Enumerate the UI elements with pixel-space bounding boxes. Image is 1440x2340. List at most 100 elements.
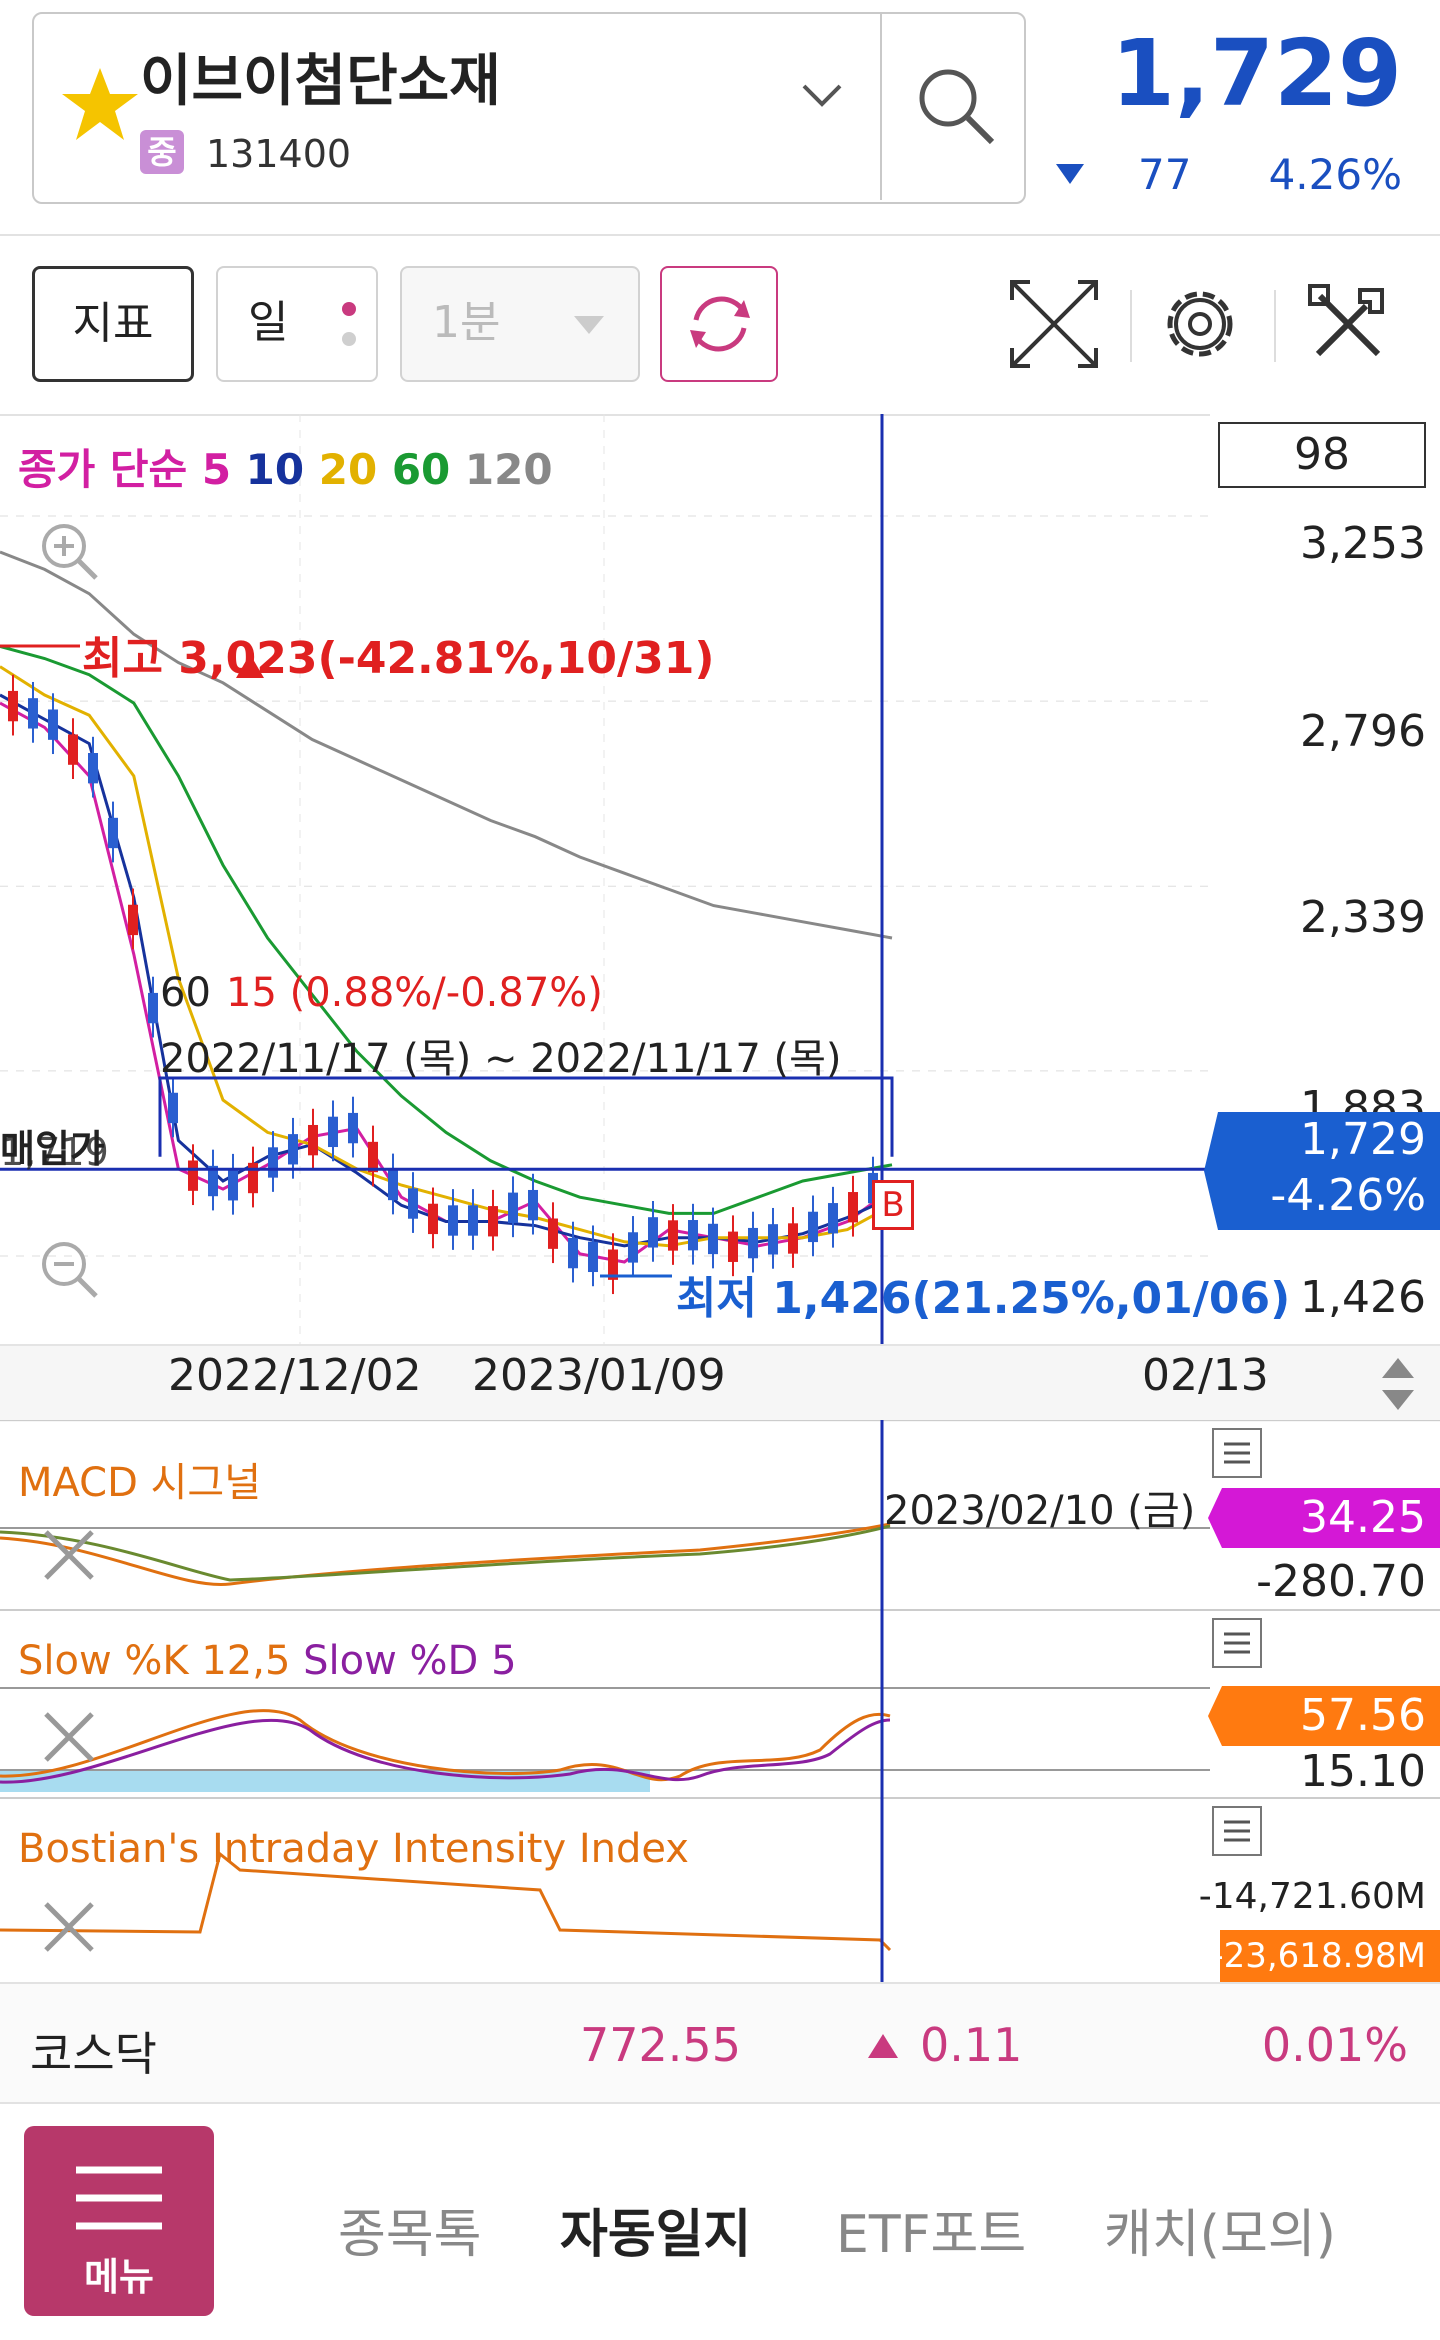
high-annotation: 최고 3,023(-42.81%,10/31) — [82, 633, 715, 684]
menu-icon — [1224, 1442, 1250, 1464]
zoom-in-icon[interactable] — [34, 516, 104, 586]
menu-button[interactable]: 메뉴 — [24, 2126, 214, 2316]
menu-icon — [1224, 1632, 1250, 1654]
index-change: 0.11 — [920, 2018, 1023, 2072]
y-tick-label: 2,339 — [1300, 892, 1426, 943]
star-icon[interactable] — [58, 64, 142, 144]
nav-item-catch[interactable]: 캐치(모의) — [1104, 2192, 1336, 2267]
slow-d-title: Slow %D 5 — [303, 1638, 517, 1684]
close-icon[interactable] — [42, 1710, 96, 1764]
y-tick-label: 2,796 — [1300, 706, 1426, 757]
candle-body — [328, 1116, 338, 1148]
search-button[interactable] — [880, 12, 1024, 200]
candle-body — [248, 1162, 258, 1194]
indicator-count-box[interactable]: 98 — [1218, 422, 1426, 488]
tools-icon[interactable] — [1300, 276, 1396, 372]
candle-body — [128, 904, 138, 936]
up-arrow-icon — [868, 2034, 898, 2058]
candle-body — [648, 1217, 658, 1248]
toolbar-divider — [1130, 290, 1132, 362]
candle-body — [588, 1241, 598, 1273]
stock-code: 131400 — [206, 132, 352, 176]
period-label: 일 — [248, 297, 289, 348]
candle-body — [468, 1205, 478, 1236]
nav-item-etf-port[interactable]: ETF포트 — [836, 2192, 1026, 2267]
legend-ma5: 5 — [201, 445, 232, 494]
candle-body — [388, 1169, 398, 1201]
close-icon[interactable] — [42, 1528, 96, 1582]
current-price: 1,729 — [1110, 20, 1402, 127]
range-label-prefix: 60 — [160, 970, 211, 1016]
dot-menu-icon-2 — [342, 332, 356, 346]
candle-body — [568, 1237, 578, 1269]
candle-body — [348, 1112, 358, 1144]
index-name: 코스닥 — [30, 2027, 157, 2081]
candle-body — [308, 1124, 318, 1156]
ma-line-120 — [0, 550, 893, 940]
bostian-menu-button[interactable] — [1212, 1806, 1262, 1856]
candle-body — [68, 734, 78, 765]
price-change: 77 — [1138, 150, 1192, 199]
range-bracket — [158, 1076, 894, 1157]
stock-name[interactable]: 이브이첨단소재 — [140, 36, 501, 117]
refresh-button[interactable] — [660, 266, 778, 382]
index-pct: 0.01% — [1261, 2018, 1408, 2072]
candle-body — [828, 1203, 838, 1234]
hamburger-icon — [76, 2166, 162, 2230]
candle-body — [88, 753, 98, 784]
candle-body — [428, 1203, 438, 1235]
nav-item-auto-journal[interactable]: 자동일지 — [560, 2192, 751, 2267]
indicator-button[interactable]: 지표 — [32, 266, 194, 382]
candle-body — [268, 1147, 278, 1178]
fullscreen-icon[interactable] — [1006, 276, 1102, 372]
slow-k-title: Slow %K 12,5 — [18, 1638, 291, 1684]
legend-ma20: 20 — [318, 445, 378, 494]
candle-body — [188, 1160, 198, 1191]
macd-date-label: 2023/02/10 (금) — [884, 1488, 1196, 1534]
current-pct-tag: -4.26% — [1270, 1170, 1426, 1221]
candle-body — [628, 1232, 638, 1263]
menu-icon — [1224, 1820, 1250, 1842]
close-icon[interactable] — [42, 1900, 96, 1954]
minute-select[interactable]: 1분 — [400, 266, 640, 382]
scroll-updown-icon[interactable] — [1378, 1354, 1418, 1414]
legend-ma10: 10 — [245, 445, 305, 494]
slow-oversold-area — [0, 1770, 650, 1792]
market-badge: 중 — [140, 130, 184, 174]
macd-title: MACD 시그널 — [18, 1460, 262, 1506]
price-change-pct: 4.26% — [1268, 150, 1402, 199]
toolbar-divider — [1274, 290, 1276, 362]
triangle-down-icon — [574, 316, 604, 334]
macd-menu-button[interactable] — [1212, 1428, 1262, 1478]
nav-item-stock-talk[interactable]: 종목톡 — [338, 2192, 482, 2267]
gear-icon[interactable] — [1152, 276, 1248, 372]
candle-body — [108, 817, 118, 849]
bostian-title: Bostian's Intraday Intensity Index — [18, 1826, 689, 1872]
bostian-value-tag: -23,618.98M — [1211, 1936, 1426, 1976]
candle-body — [8, 690, 18, 722]
candle-body — [508, 1192, 518, 1223]
candle-body — [228, 1170, 238, 1201]
candle-body — [848, 1192, 858, 1223]
candle-body — [288, 1134, 298, 1165]
candle-body — [768, 1224, 778, 1255]
candle-body — [548, 1218, 558, 1249]
candle-body — [708, 1223, 718, 1255]
period-button[interactable]: 일 — [216, 266, 378, 382]
minute-label: 1분 — [432, 297, 501, 348]
slow-title: Slow %K 12,5 Slow %D 5 — [18, 1638, 517, 1684]
candle-body — [148, 992, 158, 1024]
candle-body — [748, 1227, 758, 1259]
zoom-out-icon[interactable] — [34, 1234, 104, 1304]
slow-value-tag: 57.56 — [1300, 1690, 1426, 1741]
candle-body — [368, 1141, 378, 1173]
buy-marker[interactable]: B — [872, 1180, 914, 1230]
low-annotation: 최저 1,426(21.25%,01/06) — [676, 1273, 1291, 1324]
dot-menu-icon — [342, 302, 356, 316]
menu-label: 메뉴 — [84, 2255, 154, 2299]
candle-body — [48, 709, 58, 740]
chevron-down-icon[interactable] — [800, 80, 844, 110]
x-tick-label: 02/13 — [1142, 1350, 1269, 1401]
slow-menu-button[interactable] — [1212, 1618, 1262, 1668]
x-tick-label: 2023/01/09 — [472, 1350, 726, 1401]
